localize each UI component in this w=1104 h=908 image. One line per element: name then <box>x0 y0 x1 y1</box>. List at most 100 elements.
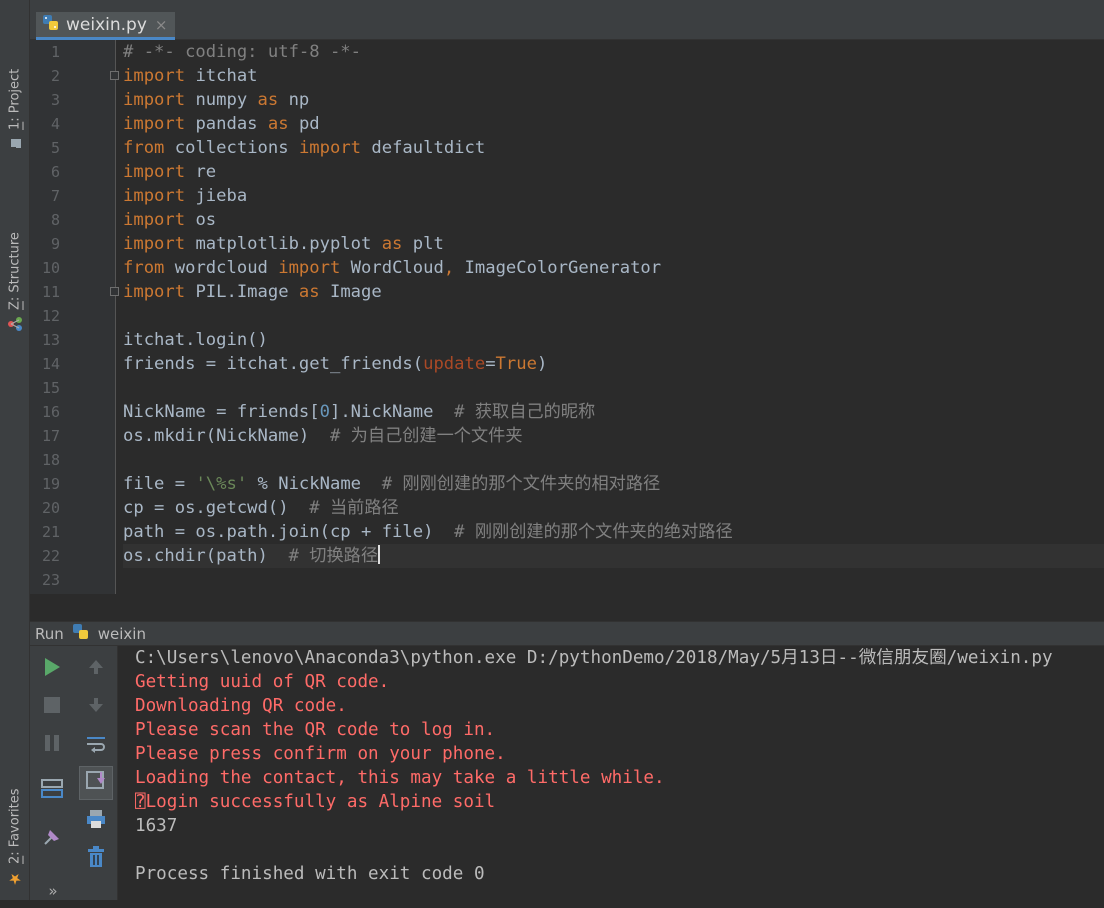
layout-icon <box>41 778 63 804</box>
code-token: ImageColorGenerator <box>454 258 662 278</box>
play-icon <box>43 657 61 681</box>
pin-button[interactable] <box>35 822 69 856</box>
line-number: 2 <box>50 67 60 85</box>
code-line[interactable]: import re <box>123 160 1104 184</box>
code-token: collections <box>164 138 299 158</box>
more-tools-icon[interactable]: » <box>36 874 70 908</box>
line-number: 13 <box>41 331 60 349</box>
code-line[interactable]: import PIL.Image as Image <box>123 280 1104 304</box>
console-line: Getting uuid of QR code. <box>135 672 390 692</box>
code-token: # 当前路径 <box>309 498 399 518</box>
code-line[interactable]: import itchat <box>123 64 1104 88</box>
code-token: # 为自己创建一个文件夹 <box>329 426 523 446</box>
line-number: 6 <box>50 163 60 181</box>
clear-all-button[interactable] <box>79 842 113 876</box>
code-token: numpy <box>185 90 258 110</box>
line-number: 11 <box>41 283 60 301</box>
code-token: import <box>123 186 186 206</box>
code-token: import <box>123 114 186 134</box>
code-line[interactable] <box>123 376 1104 400</box>
code-line[interactable] <box>123 448 1104 472</box>
pin-icon <box>41 826 63 852</box>
arrow-up-icon <box>87 658 105 680</box>
code-token: path = os.path.join(cp + file) <box>123 522 455 542</box>
tab-weixin-py[interactable]: weixin.py × <box>36 12 176 40</box>
fold-marker-icon[interactable] <box>110 71 119 80</box>
python-file-icon <box>42 14 60 36</box>
console-line: Loading the contact, this may take a lit… <box>135 768 665 788</box>
console-line: Please press confirm on your phone. <box>135 744 506 764</box>
pause-button[interactable] <box>35 728 69 762</box>
code-area[interactable]: # -*- coding: utf-8 -*- import itchat impo… <box>123 40 1104 594</box>
run-config-tab[interactable]: weixin <box>98 625 146 643</box>
pause-icon <box>43 734 61 756</box>
console-output[interactable]: C:\Users\lenovo\Anaconda3\python.exe D:/… <box>135 646 1104 886</box>
code-line[interactable]: os.mkdir(NickName) # 为自己创建一个文件夹 <box>123 424 1104 448</box>
layout-button[interactable] <box>35 774 69 808</box>
project-tool-tab[interactable]: 1: Project <box>2 28 28 150</box>
scroll-to-end-button[interactable] <box>79 766 113 800</box>
code-line[interactable]: os.chdir(path) # 切换路径 <box>123 544 1104 568</box>
code-line[interactable]: import numpy as np <box>123 88 1104 112</box>
code-token: # 获取自己的昵称 <box>454 402 596 422</box>
rerun-button[interactable] <box>35 652 69 686</box>
fold-marker-icon[interactable] <box>110 287 119 296</box>
line-number: 14 <box>41 355 60 373</box>
code-line[interactable]: from collections import defaultdict <box>123 136 1104 160</box>
line-number: 17 <box>41 427 60 445</box>
soft-wrap-button[interactable] <box>79 728 113 762</box>
line-number: 4 <box>50 115 60 133</box>
code-line[interactable]: cp = os.getcwd() # 当前路径 <box>123 496 1104 520</box>
code-token: as <box>267 114 289 134</box>
code-token: PIL.Image <box>185 282 299 302</box>
code-line[interactable] <box>123 568 1104 592</box>
soft-wrap-icon <box>85 733 107 757</box>
code-line[interactable]: # -*- coding: utf-8 -*- <box>123 40 1104 64</box>
code-token: file = <box>123 474 196 494</box>
python-run-icon <box>72 623 90 645</box>
line-number: 5 <box>50 139 60 157</box>
code-line[interactable]: import os <box>123 208 1104 232</box>
favorites-tool-tab[interactable]: ★ 2: Favorites <box>2 740 28 888</box>
line-number-gutter: 1 2 3 4 5 6 7 8 9 10 11 12 13 14 15 16 17 18 19 20 21 22 23 <box>30 40 119 594</box>
code-token: itchat.login() <box>123 330 268 350</box>
close-tab-icon[interactable]: × <box>155 16 168 34</box>
code-token: 0 <box>319 402 330 422</box>
code-token: WordCloud <box>340 258 444 278</box>
code-token: os.mkdir(NickName) <box>123 426 330 446</box>
structure-tool-tab[interactable]: Z: Structure <box>2 186 28 332</box>
arrow-down-icon <box>87 696 105 718</box>
code-line[interactable]: friends = itchat.get_friends(update=True… <box>123 352 1104 376</box>
code-line[interactable]: itchat.login() <box>123 328 1104 352</box>
structure-icon <box>7 316 23 332</box>
code-token: update <box>423 354 486 374</box>
code-line[interactable]: file = '\%s' % NickName # 刚刚创建的那个文件夹的相对路… <box>123 472 1104 496</box>
code-token: import <box>123 66 186 86</box>
code-token: pandas <box>185 114 268 134</box>
stop-button[interactable] <box>35 690 69 724</box>
code-editor[interactable]: 1 2 3 4 5 6 7 8 9 10 11 12 13 14 15 16 17 18 19 20 21 22 23 # … <box>30 40 1104 594</box>
star-icon: ★ <box>6 870 24 888</box>
code-line[interactable] <box>123 304 1104 328</box>
run-panel: » C:\Users\lenovo\Anaconda3\python.exe D… <box>30 646 1104 900</box>
code-line[interactable]: import jieba <box>123 184 1104 208</box>
scroll-up-button[interactable] <box>79 652 113 686</box>
window-top-strip <box>30 0 1104 12</box>
print-button[interactable] <box>79 804 113 838</box>
code-line[interactable]: NickName = friends[0].NickName # 获取自己的昵称 <box>123 400 1104 424</box>
code-line[interactable]: path = os.path.join(cp + file) # 刚刚创建的那个… <box>123 520 1104 544</box>
stop-icon <box>43 696 61 718</box>
code-token: np <box>278 90 310 110</box>
line-number: 22 <box>41 547 60 565</box>
run-panel-header: Run weixin <box>30 621 1104 646</box>
code-line[interactable]: from wordcloud import WordCloud, ImageCo… <box>123 256 1104 280</box>
scroll-down-button[interactable] <box>79 690 113 724</box>
code-line[interactable]: import matplotlib.pyplot as plt <box>123 232 1104 256</box>
code-token: Image <box>319 282 382 302</box>
line-number: 7 <box>50 187 60 205</box>
code-token: defaultdict <box>361 138 486 158</box>
code-line[interactable]: import pandas as pd <box>123 112 1104 136</box>
line-number: 23 <box>41 571 60 589</box>
code-token: os <box>185 210 217 230</box>
